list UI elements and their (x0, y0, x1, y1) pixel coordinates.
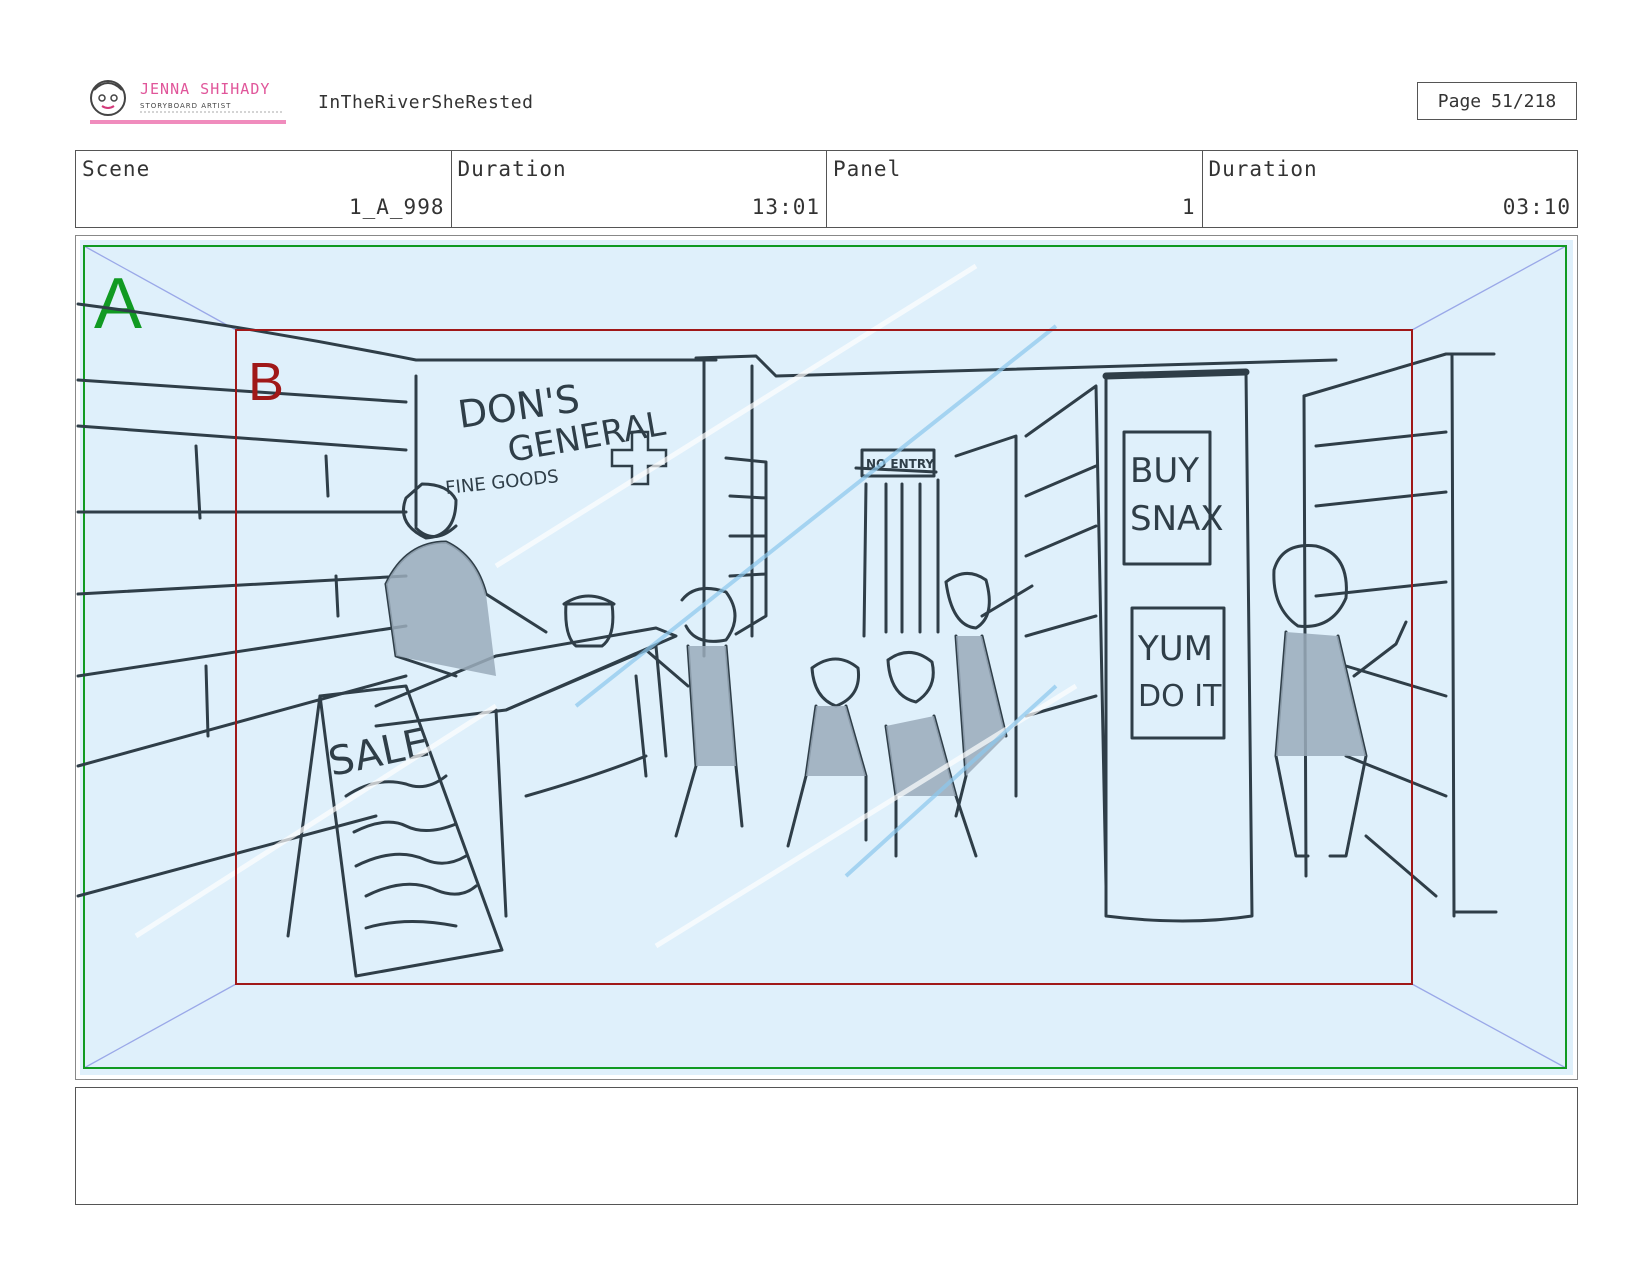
logo-tagline: STORYBOARD ARTIST (140, 102, 231, 110)
scene-duration-cell: Duration 13:01 (452, 151, 827, 227)
page-indicator: Page 51/218 (1417, 82, 1577, 120)
poster-top-line-2: SNAX (1130, 499, 1224, 539)
poster-bottom-line-1: YUM (1137, 629, 1213, 669)
panel-background (80, 240, 1573, 1075)
project-title: InTheRiverSheRested (318, 92, 534, 113)
storyboard-panel: A DON'S GENERAL FINE GOODS NO ENTRY SALE… (75, 235, 1578, 1080)
panel-label: Panel (833, 157, 902, 181)
frame-a-label: A (94, 264, 142, 344)
panel-duration-label: Duration (1208, 157, 1318, 181)
scene-duration-label: Duration (457, 157, 567, 181)
panel-duration-cell: Duration 03:10 (1203, 151, 1578, 227)
artist-logo: JENNA SHIHADY STORYBOARD ARTIST (84, 76, 290, 126)
panel-notes[interactable] (75, 1087, 1578, 1205)
panel-value: 1 (1181, 195, 1196, 219)
scene-info-row: Scene 1_A_998 Duration 13:01 Panel 1 Dur… (75, 150, 1578, 228)
scene-cell: Scene 1_A_998 (76, 151, 452, 227)
frame-b-label: B (248, 352, 284, 412)
poster-top-line-1: BUY (1130, 451, 1199, 491)
logo-name: JENNA SHIHADY (140, 80, 270, 98)
page-label: Page (1437, 90, 1482, 112)
scene-duration-value: 13:01 (751, 195, 820, 219)
panel-cell: Panel 1 (827, 151, 1203, 227)
scene-label: Scene (82, 157, 151, 181)
panel-duration-value: 03:10 (1502, 195, 1571, 219)
scene-value: 1_A_998 (348, 195, 445, 219)
panel-drawing: A DON'S GENERAL FINE GOODS NO ENTRY SALE… (76, 240, 1573, 1075)
page-number: 51/218 (1491, 90, 1557, 112)
poster-bottom-line-2: DO IT (1138, 679, 1222, 714)
